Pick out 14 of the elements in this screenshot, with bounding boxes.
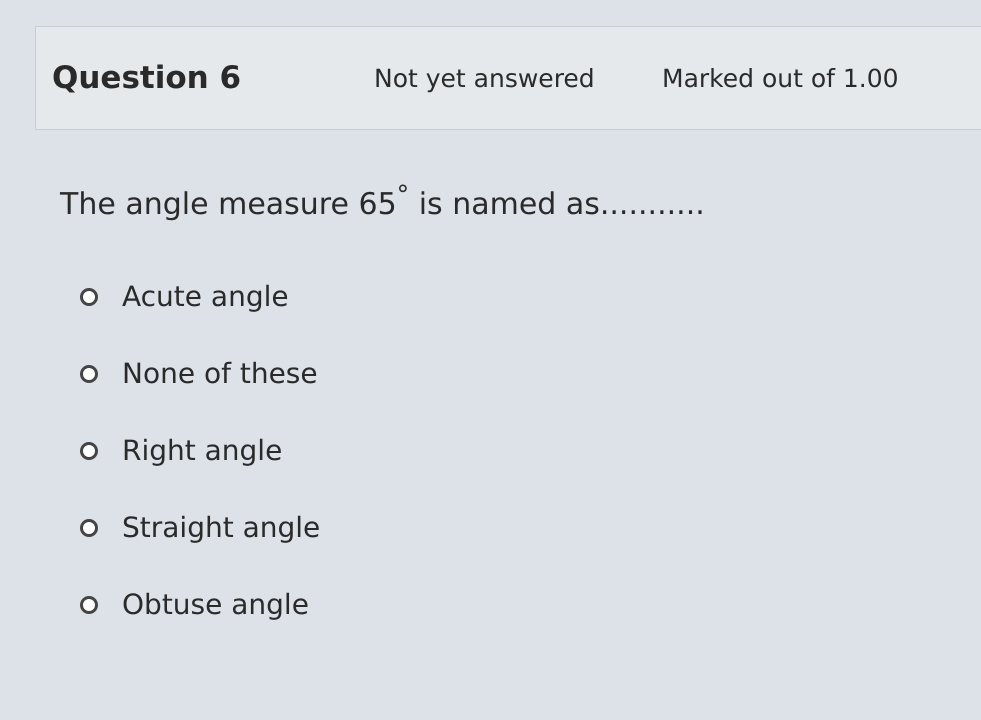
question-title: Question 6 xyxy=(52,60,242,96)
radio-button[interactable] xyxy=(80,596,98,614)
option-label[interactable]: Right angle xyxy=(122,434,282,467)
question-mark: Marked out of 1.00 xyxy=(662,64,899,92)
radio-button[interactable] xyxy=(80,442,98,460)
option-label[interactable]: Obtuse angle xyxy=(122,588,309,621)
question-text: The angle measure 65$^{°}$ is named as........... xyxy=(60,180,706,222)
question-status: Not yet answered xyxy=(374,64,596,92)
option-label[interactable]: Acute angle xyxy=(122,280,289,313)
radio-button[interactable] xyxy=(80,288,98,306)
radio-button[interactable] xyxy=(80,518,98,536)
radio-button[interactable] xyxy=(80,364,98,382)
option-label[interactable]: None of these xyxy=(122,357,318,390)
option-label[interactable]: Straight angle xyxy=(122,511,320,544)
